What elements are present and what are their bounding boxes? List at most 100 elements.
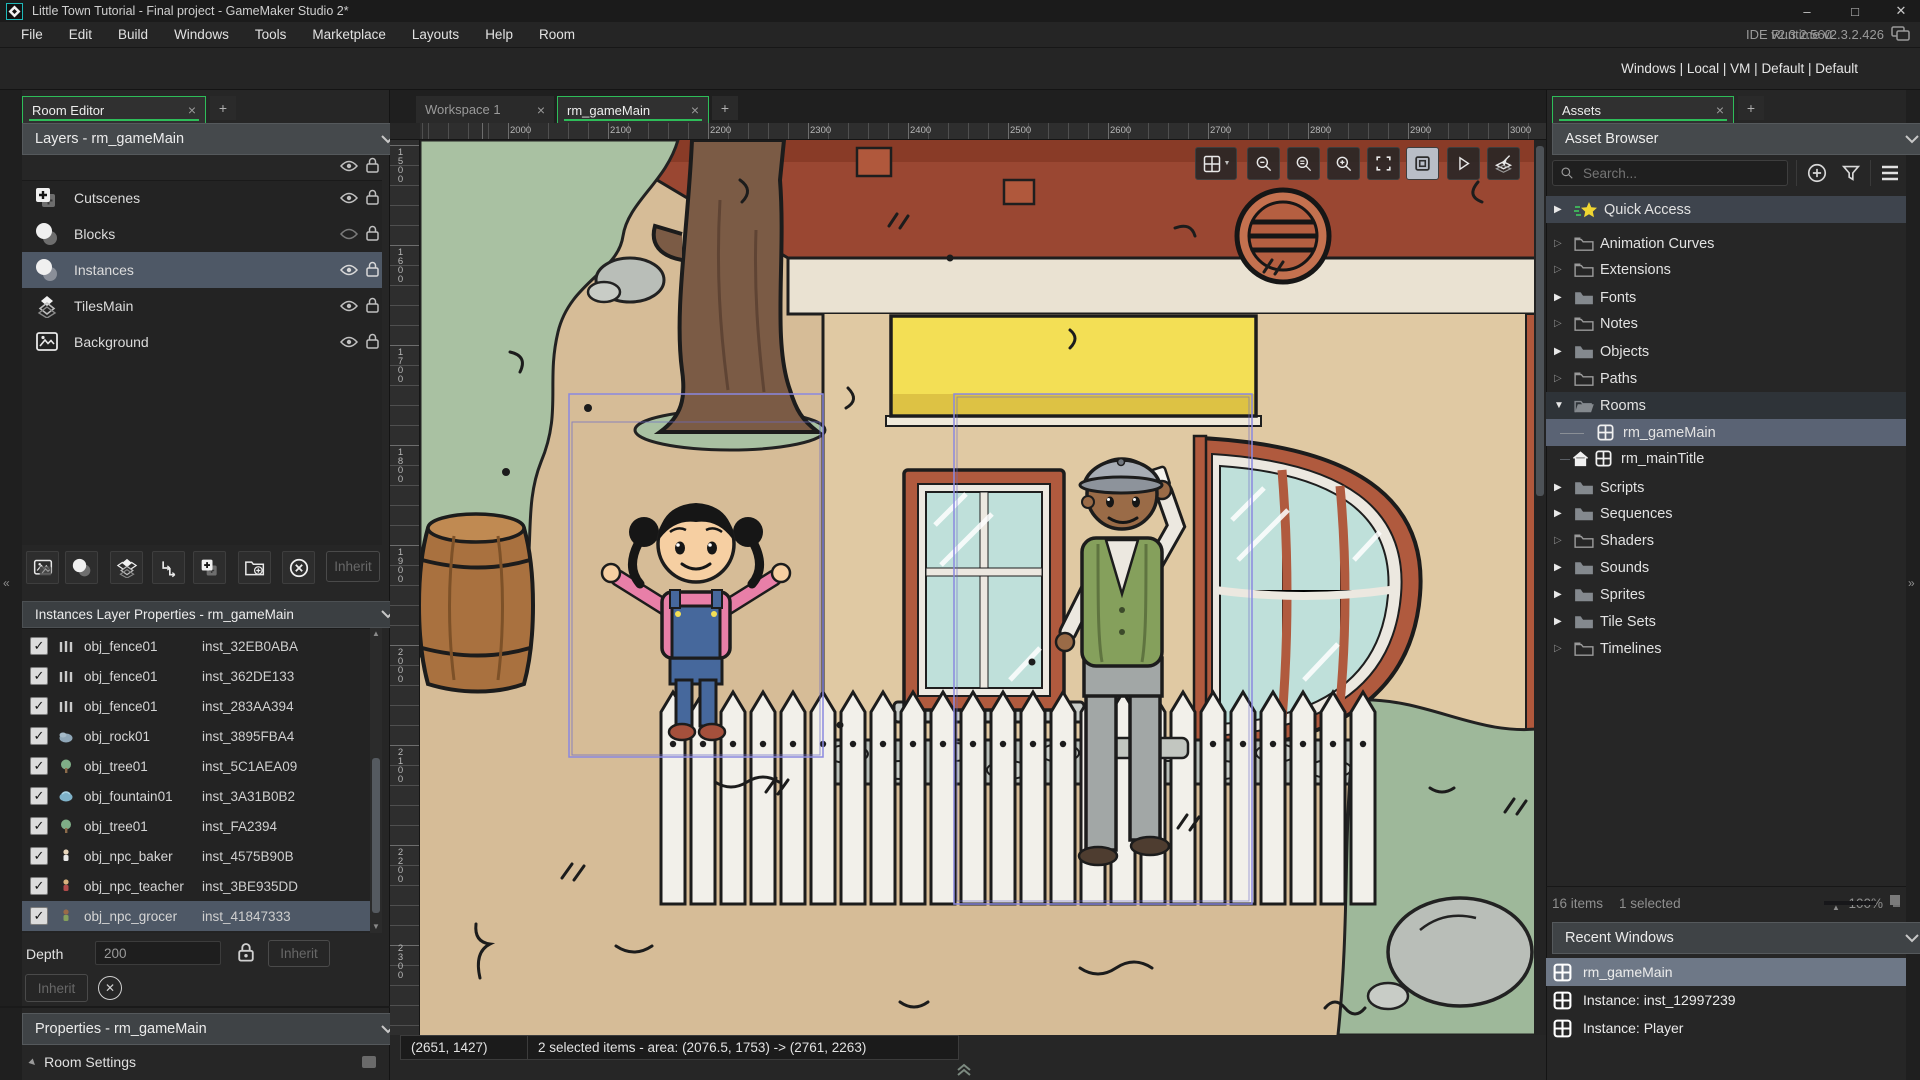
tree-rm-gamemain[interactable]: rm_gameMain [1546, 419, 1906, 446]
zoom-large-icon[interactable] [1890, 895, 1900, 905]
canvas-play-button[interactable] [1447, 147, 1480, 180]
instance-row[interactable]: ✓ obj_npc_baker inst_4575B90B [22, 841, 378, 871]
layer-row-instances[interactable]: Instances [22, 252, 382, 288]
tree-notes[interactable]: ▷ Notes [1546, 310, 1906, 337]
checkbox-checked[interactable]: ✓ [30, 667, 48, 685]
instance-row[interactable]: ✓ obj_npc_teacher inst_3BE935DD [22, 871, 378, 901]
room-settings-section[interactable]: ▶ Room Settings [28, 1050, 382, 1074]
menu-room[interactable]: Room [526, 22, 588, 48]
layer-row-cutscenes[interactable]: Cutscenes [22, 180, 382, 216]
eye-icon[interactable] [340, 300, 358, 312]
selection-mode-button[interactable] [1406, 147, 1439, 180]
menu-help[interactable]: Help [472, 22, 526, 48]
expander-icon[interactable]: ▷ [1554, 373, 1568, 384]
add-path-layer-button[interactable] [152, 551, 185, 584]
eye-icon[interactable] [340, 264, 358, 276]
menu-tools[interactable]: Tools [242, 22, 300, 48]
recent-window-item[interactable]: Instance: Player [1546, 1014, 1906, 1042]
recent-window-item[interactable]: rm_gameMain [1546, 958, 1906, 986]
feedback-chat-icon[interactable] [1891, 26, 1910, 43]
eye-icon[interactable] [340, 192, 358, 204]
instances-properties-header[interactable]: Instances Layer Properties - rm_gameMain [22, 601, 408, 628]
menu-edit[interactable]: Edit [56, 22, 105, 48]
expander-icon[interactable]: ▷ [1554, 535, 1568, 546]
expander-icon[interactable]: ▶ [1554, 482, 1568, 493]
instance-row[interactable]: ✓ obj_fountain01 inst_3A31B0B2 [22, 781, 378, 811]
instance-row[interactable]: ✓ obj_tree01 inst_FA2394 [22, 811, 378, 841]
lock-icon[interactable] [366, 261, 379, 277]
canvas-zoom-out-button[interactable] [1247, 147, 1280, 180]
expander-icon[interactable]: ▷ [1554, 264, 1568, 275]
add-asset-layer-button[interactable] [193, 551, 226, 584]
all-layers-visibility-icon[interactable] [340, 160, 358, 172]
search-input[interactable] [1581, 163, 1776, 183]
tree-scripts[interactable]: ▶ Scripts [1546, 474, 1906, 501]
collapse-icon[interactable]: ▼ [1554, 400, 1568, 411]
filter-icon[interactable] [1840, 162, 1862, 184]
close-icon[interactable]: × [691, 103, 699, 117]
eye-icon[interactable] [340, 336, 358, 348]
depth-inherit-button[interactable]: Inherit [268, 940, 330, 967]
checkbox-checked[interactable]: ✓ [30, 637, 48, 655]
scroll-down-icon[interactable]: ▼ [370, 921, 382, 933]
instance-row-selected[interactable]: ✓ obj_npc_grocer inst_41847333 [22, 901, 378, 931]
instance-row[interactable]: ✓ obj_tree01 inst_5C1AEA09 [22, 751, 378, 781]
grid-settings-button[interactable]: ▼ [1195, 147, 1237, 180]
close-icon[interactable]: × [537, 103, 545, 117]
layer-row-tilesmain[interactable]: TilesMain [22, 288, 382, 324]
instances-scrollbar[interactable]: ▲ ▼ [370, 628, 382, 933]
search-box[interactable] [1552, 160, 1788, 186]
tree-shaders[interactable]: ▷ Shaders [1546, 527, 1906, 554]
tree-objects[interactable]: ▶ Objects [1546, 338, 1906, 365]
new-layer-folder-button[interactable] [238, 551, 271, 584]
tree-animation-curves[interactable]: ▷ Animation Curves [1546, 230, 1906, 257]
layer-row-blocks[interactable]: Blocks [22, 216, 382, 252]
add-instance-layer-button[interactable] [65, 551, 98, 584]
add-workspace-button[interactable]: + [712, 96, 738, 120]
expand-statusbar-icon[interactable] [955, 1063, 973, 1077]
tree-rm-maintitle[interactable]: rm_mainTitle [1546, 445, 1906, 472]
delete-layer-button[interactable] [282, 551, 315, 584]
tree-sprites[interactable]: ▶ Sprites [1546, 581, 1906, 608]
close-button[interactable]: ✕ [1886, 0, 1916, 22]
menu-build[interactable]: Build [105, 22, 161, 48]
menu-hamburger-icon[interactable] [1880, 164, 1900, 182]
paint-layer-button[interactable] [1487, 147, 1520, 180]
tree-sounds[interactable]: ▶ Sounds [1546, 554, 1906, 581]
asset-browser-header[interactable]: Asset Browser [1552, 123, 1920, 155]
layer-row-background[interactable]: Background [22, 324, 382, 360]
lock-icon[interactable] [366, 189, 379, 205]
depth-input[interactable] [95, 941, 221, 965]
inherit-button[interactable]: Inherit [25, 974, 88, 1002]
tree-quick-access[interactable]: ▶ Quick Access [1546, 196, 1906, 223]
lock-icon[interactable] [366, 225, 379, 241]
expander-icon[interactable]: ▶ [1554, 589, 1568, 600]
slider-marker-icon[interactable]: ▲ [1832, 903, 1840, 912]
expander-icon[interactable]: ▷ [1554, 318, 1568, 329]
tab-workspace-1[interactable]: Workspace 1 × [416, 96, 554, 123]
minimize-button[interactable]: – [1792, 0, 1822, 22]
canvas-zoom-reset-button[interactable] [1287, 147, 1320, 180]
instance-row[interactable]: ✓ obj_fence01 inst_283AA394 [22, 691, 378, 721]
scrollbar-thumb[interactable] [1536, 146, 1544, 496]
expander-icon[interactable]: ▶ [28, 1057, 39, 1068]
checkbox-checked[interactable]: ✓ [30, 697, 48, 715]
add-asset-icon[interactable] [1806, 162, 1828, 184]
fit-to-window-button[interactable] [1367, 147, 1400, 180]
tree-sequences[interactable]: ▶ Sequences [1546, 500, 1906, 527]
expander-icon[interactable]: ▷ [1554, 643, 1568, 654]
close-icon[interactable]: × [188, 103, 196, 117]
all-layers-lock-icon[interactable] [366, 157, 379, 173]
menu-marketplace[interactable]: Marketplace [299, 22, 399, 48]
depth-lock-icon[interactable] [238, 942, 254, 962]
instance-row[interactable]: ✓ obj_rock01 inst_3895FBA4 [22, 721, 378, 751]
clear-inheritance-button[interactable]: ✕ [98, 976, 122, 1000]
tab-assets[interactable]: Assets × [1552, 96, 1734, 123]
canvas-zoom-in-button[interactable] [1327, 147, 1360, 180]
expander-icon[interactable]: ▶ [1554, 346, 1568, 357]
tree-timelines[interactable]: ▷ Timelines [1546, 635, 1906, 662]
instance-row[interactable]: ✓ obj_fence01 inst_362DE133 [22, 661, 378, 691]
checkbox-checked[interactable]: ✓ [30, 817, 48, 835]
expander-icon[interactable]: ▶ [1554, 204, 1568, 215]
scroll-up-icon[interactable]: ▲ [370, 628, 382, 640]
